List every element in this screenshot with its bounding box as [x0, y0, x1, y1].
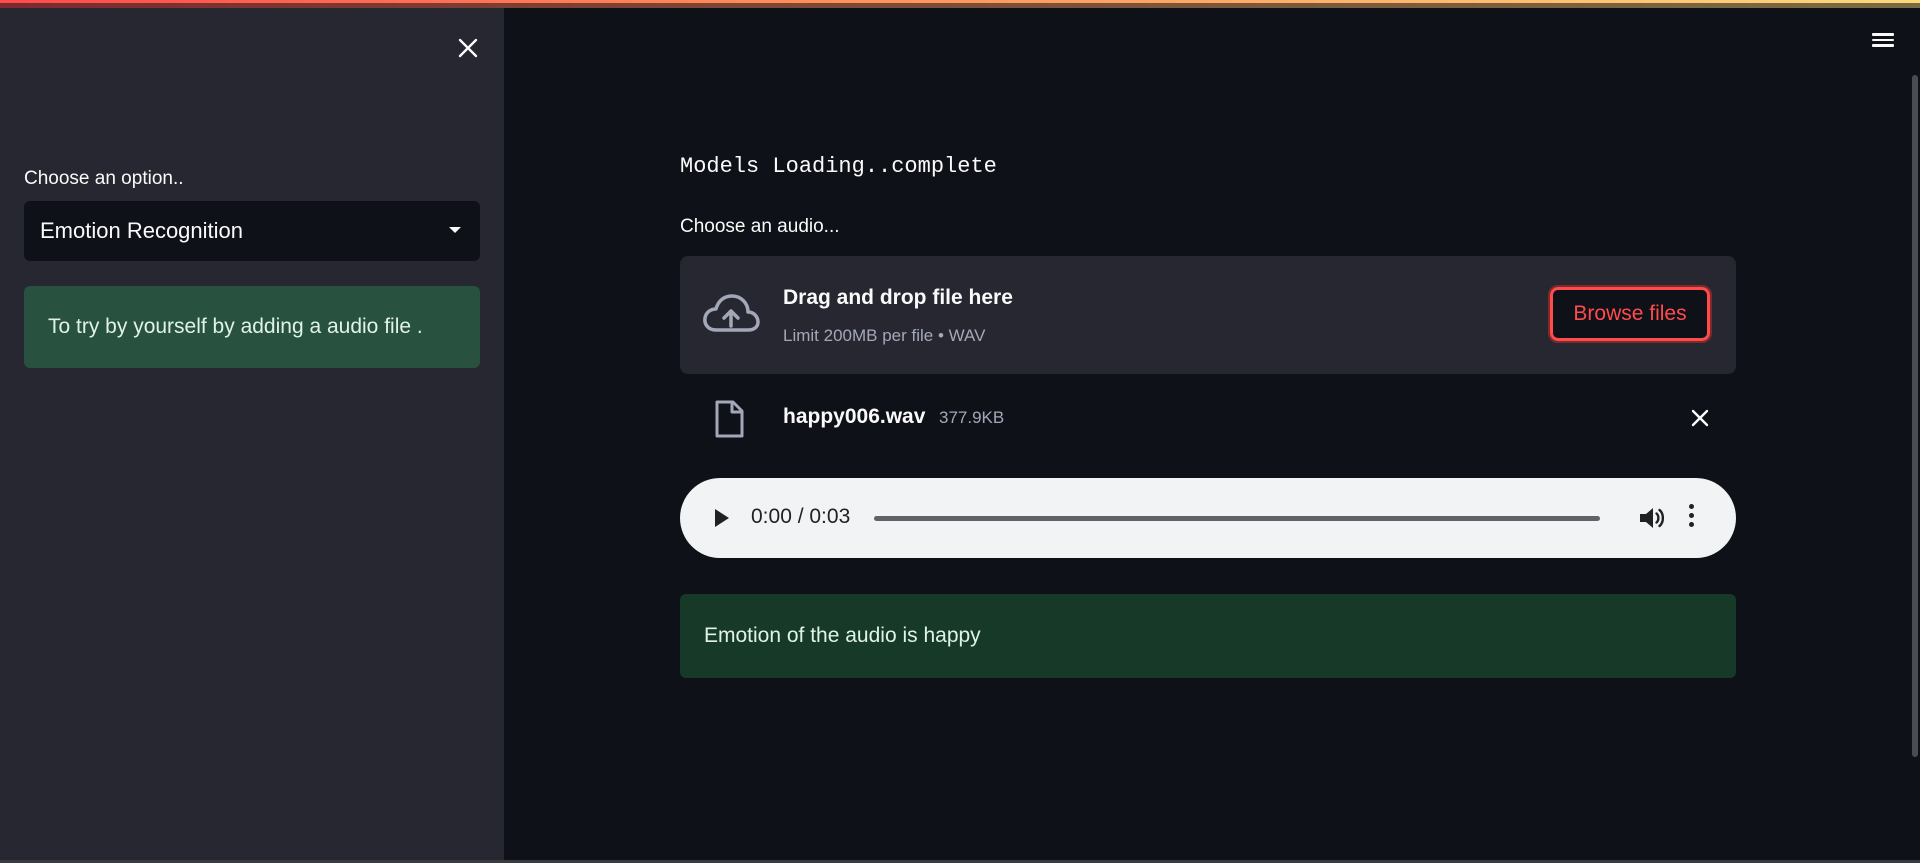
scrollbar[interactable] — [1912, 75, 1918, 757]
audio-player: 0:00 / 0:03 — [680, 478, 1736, 558]
file-name: happy006.wav — [783, 405, 926, 428]
option-label: Choose an option.. — [24, 168, 184, 189]
menu-icon — [1868, 33, 1898, 47]
file-size: 377.9KB — [939, 408, 1005, 427]
sidebar-close-button[interactable] — [452, 32, 484, 64]
audio-uploader-label: Choose an audio... — [680, 216, 840, 237]
main-menu-button[interactable] — [1868, 30, 1898, 56]
status-text: Models Loading..complete — [680, 154, 997, 179]
play-icon[interactable] — [708, 504, 734, 532]
sidebar: Choose an option.. Emotion Recognition T… — [0, 8, 504, 863]
more-vert-icon[interactable] — [1686, 504, 1696, 534]
option-select-value: Emotion Recognition — [40, 218, 244, 243]
browse-files-button[interactable]: Browse files — [1548, 285, 1712, 343]
close-icon — [458, 38, 478, 58]
main-content: Models Loading..complete Choose an audio… — [680, 0, 1736, 863]
dropzone-title: Drag and drop file here — [783, 286, 1013, 309]
playback-progress-bar[interactable] — [874, 516, 1600, 521]
cloud-upload-icon — [703, 294, 760, 332]
playback-time: 0:00 / 0:03 — [751, 505, 851, 528]
chevron-down-icon — [449, 227, 461, 233]
info-message: To try by yourself by adding a audio fil… — [24, 286, 480, 368]
option-select[interactable]: Emotion Recognition — [24, 201, 480, 261]
uploaded-file-row: happy006.wav 377.9KB — [680, 388, 1736, 446]
info-message-text: To try by yourself by adding a audio fil… — [48, 315, 423, 338]
remove-file-button[interactable] — [1686, 404, 1714, 432]
result-message: Emotion of the audio is happy — [680, 594, 1736, 678]
file-dropzone[interactable]: Drag and drop file here Limit 200MB per … — [680, 256, 1736, 374]
file-icon — [715, 400, 744, 438]
close-icon — [1691, 409, 1709, 427]
result-message-text: Emotion of the audio is happy — [704, 624, 981, 647]
volume-icon[interactable] — [1636, 503, 1666, 533]
dropzone-subtitle: Limit 200MB per file • WAV — [783, 326, 986, 345]
